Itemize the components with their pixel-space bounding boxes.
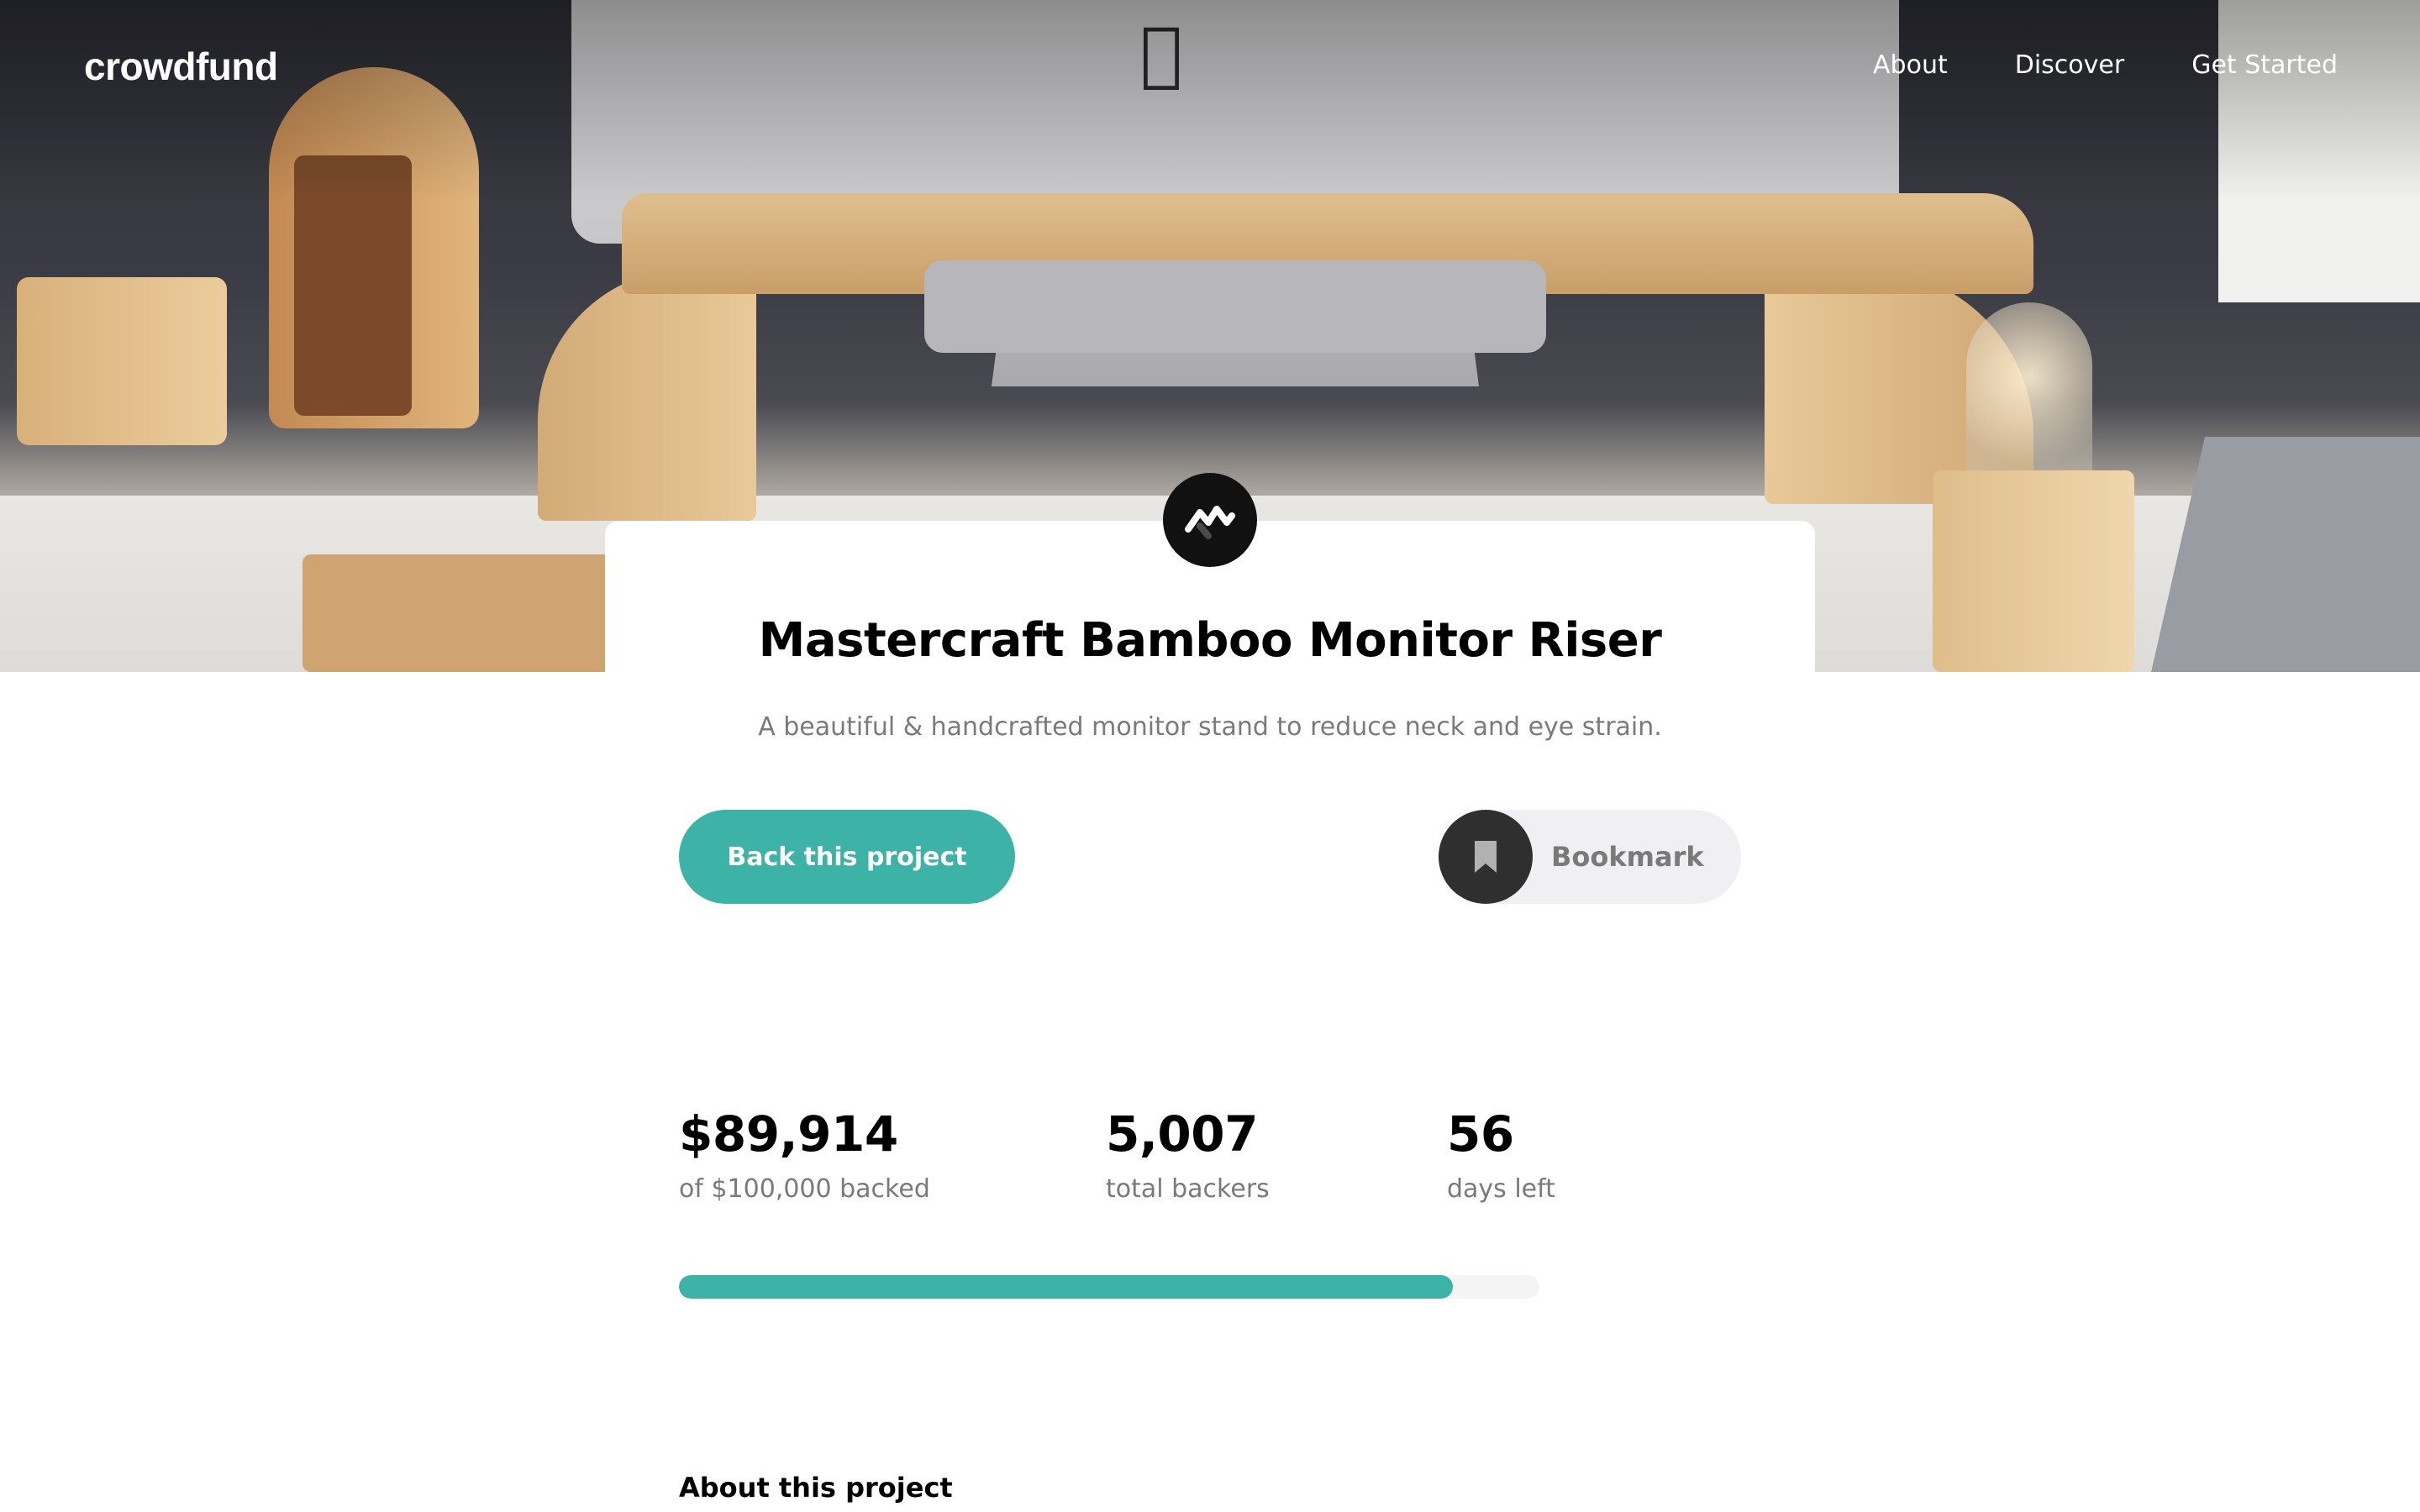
project-title: Mastercraft Bamboo Monitor Riser	[758, 613, 1662, 668]
days-count: 56	[1447, 1105, 1514, 1163]
bookmark-icon	[1439, 810, 1533, 904]
project-subtitle: A beautiful & handcrafted monitor stand …	[758, 712, 1662, 742]
backers-count: 5,007	[1106, 1105, 1258, 1163]
funding-progress-fill	[679, 1275, 1453, 1299]
stat-backed: $89,914 of $100,000 backed	[679, 1105, 930, 1204]
funding-stats: $89,914 of $100,000 backed 5,007 total b…	[679, 1105, 1771, 1240]
nav-link-about[interactable]: About	[1873, 50, 1948, 80]
bookmark-button[interactable]: Bookmark	[1439, 810, 1741, 904]
back-project-button[interactable]: Back this project	[679, 810, 1015, 904]
stat-backers: 5,007 total backers	[1106, 1105, 1270, 1204]
backed-amount: $89,914	[679, 1105, 898, 1163]
nav-links: About Discover Get Started	[1873, 50, 2338, 80]
stat-days: 56 days left	[1447, 1105, 1555, 1204]
about-heading: About this project	[679, 1472, 953, 1504]
top-navigation: crowdfund About Discover Get Started	[0, 0, 2420, 143]
crowdfund-logo[interactable]: crowdfund	[84, 44, 278, 89]
project-card	[605, 521, 1815, 1512]
backers-label: total backers	[1106, 1174, 1270, 1204]
nav-link-get-started[interactable]: Get Started	[2191, 50, 2338, 80]
days-label: days left	[1447, 1174, 1555, 1204]
mastercraft-logo-icon	[1163, 473, 1257, 567]
backed-label: of $100,000 backed	[679, 1174, 930, 1204]
bookmark-label: Bookmark	[1551, 841, 1704, 873]
funding-progress-bar	[679, 1275, 1539, 1299]
nav-link-discover[interactable]: Discover	[2015, 50, 2124, 80]
